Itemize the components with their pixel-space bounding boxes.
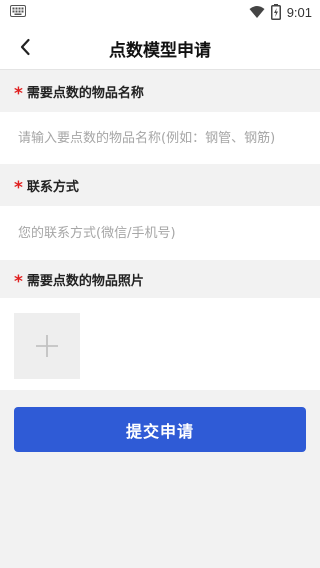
submit-button[interactable]: 提交申请 [14,407,306,452]
photo-label: * 需要点数的物品照片 [14,261,144,297]
status-icons: 9:01 [249,3,312,21]
item-name-label-text: 需要点数的物品名称 [26,85,144,101]
add-photo-button[interactable] [14,313,80,379]
item-name-row [0,112,320,164]
required-mark: * [14,177,23,198]
required-mark: * [14,83,23,104]
plus-icon [36,335,58,357]
contact-row [0,206,320,260]
photo-row [0,298,320,390]
status-time: 9:01 [286,4,312,20]
required-mark: * [14,271,23,292]
nav-bar: 点数模型申请 [0,24,320,70]
battery-icon [270,4,281,20]
wifi-icon [249,6,265,18]
keyboard-icon [10,5,26,17]
contact-input[interactable] [18,206,306,260]
status-bar: 9:01 [0,0,320,24]
item-name-label: * 需要点数的物品名称 [14,73,144,109]
contact-label-text: 联系方式 [26,179,79,195]
item-name-input[interactable] [18,112,306,164]
page-title: 点数模型申请 [109,41,211,61]
photo-label-text: 需要点数的物品照片 [26,273,144,289]
contact-label: * 联系方式 [14,167,79,203]
